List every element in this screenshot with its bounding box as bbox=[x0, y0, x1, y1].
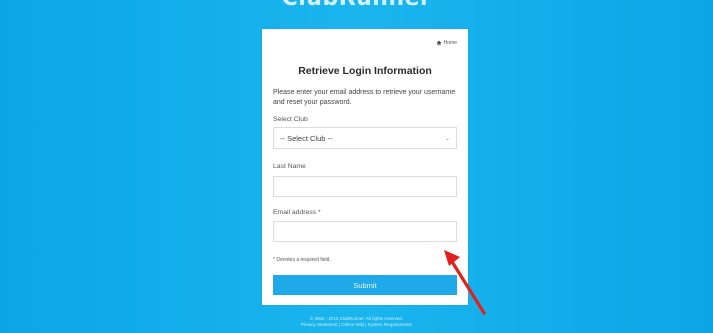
home-link-label: Home bbox=[443, 40, 457, 46]
email-field[interactable] bbox=[273, 221, 457, 242]
submit-button[interactable]: Submit bbox=[273, 275, 457, 295]
brand-logo-text: ClubRunner bbox=[0, 0, 713, 11]
required-field-note: * Denotes a required field. bbox=[273, 257, 331, 263]
home-icon bbox=[436, 40, 442, 46]
last-name-field[interactable] bbox=[273, 176, 457, 197]
last-name-label: Last Name bbox=[273, 163, 306, 170]
club-label: Select Club bbox=[273, 116, 308, 123]
chevron-down-icon: ⌄ bbox=[444, 136, 450, 142]
club-select[interactable]: -- Select Club -- ⌄ bbox=[273, 127, 457, 149]
footer: © 2002 - 2015 ClubRunner. All rights res… bbox=[0, 316, 713, 328]
email-label: Email address * bbox=[273, 209, 321, 216]
annotation-arrow-icon bbox=[444, 250, 486, 315]
page-title: Retrieve Login Information bbox=[298, 65, 432, 77]
login-retrieval-card: Home Retrieve Login Information Please e… bbox=[262, 29, 468, 305]
footer-links[interactable]: Privacy Statement | Online help | System… bbox=[0, 322, 713, 328]
home-link[interactable]: Home bbox=[436, 40, 457, 46]
club-select-value: -- Select Club -- bbox=[280, 133, 333, 143]
instructions-text: Please enter your email address to retri… bbox=[273, 89, 456, 106]
